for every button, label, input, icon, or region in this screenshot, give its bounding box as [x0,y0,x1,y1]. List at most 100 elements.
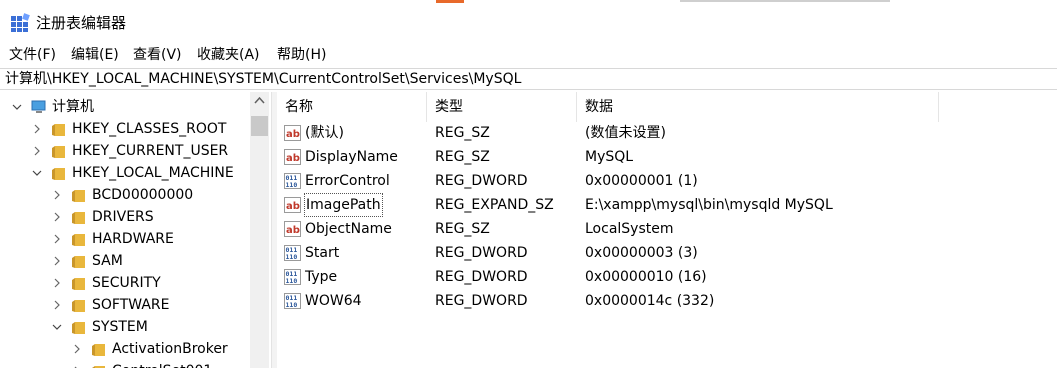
menu-view[interactable]: 查看(V) [131,44,184,66]
chevron-down-icon[interactable] [11,101,23,113]
chevron-down-icon[interactable] [31,167,43,179]
value-row[interactable]: ab ImagePath REG_EXPAND_SZ E:\xampp\mysq… [277,193,1057,217]
value-type: REG_DWORD [435,293,528,309]
value-name: Start [305,245,340,261]
svg-text:110: 110 [286,277,298,285]
string-value-icon: ab [284,221,301,237]
string-value-icon: ab [284,149,301,165]
tree-item-label: SAM [92,253,123,269]
value-type: REG_SZ [435,125,490,141]
folder-icon [72,256,85,268]
tree-item-label: HKEY_CLASSES_ROOT [72,121,227,137]
value-data: MySQL [585,149,634,165]
chevron-right-icon[interactable] [51,255,63,267]
tree-item-label: 计算机 [52,99,94,115]
tree-item-label: ActivationBroker [112,341,228,357]
value-row[interactable]: ab ObjectName REG_SZ LocalSystem [277,217,1057,241]
tree-item-label: SYSTEM [92,319,148,335]
chevron-right-icon[interactable] [51,211,63,223]
tree-item-bcd[interactable]: BCD00000000 [0,184,250,206]
value-data: LocalSystem [585,221,674,237]
value-type: REG_SZ [435,221,490,237]
column-header-type[interactable]: 类型 [427,92,577,122]
chevron-right-icon[interactable] [51,277,63,289]
menu-file[interactable]: 文件(F) [7,44,58,66]
folder-icon [52,146,65,158]
value-data: E:\xampp\mysql\bin\mysqld MySQL [585,197,833,213]
chevron-right-icon[interactable] [71,343,83,355]
chevron-right-icon[interactable] [31,145,43,157]
string-value-icon: ab [284,197,301,213]
tree-item-drivers[interactable]: DRIVERS [0,206,250,228]
value-row[interactable]: 011 110 Type REG_DWORD 0x00000010 (16) [277,265,1057,289]
value-type: REG_DWORD [435,269,528,285]
folder-icon [52,124,65,136]
registry-app-icon [11,13,30,32]
value-data: 0x00000010 (16) [585,269,707,285]
menu-bar: 文件(F) 编辑(E) 查看(V) 收藏夹(A) 帮助(H) [0,44,1057,66]
tree-item-label: ControlSet001 [112,360,212,368]
value-row[interactable]: 011 110 WOW64 REG_DWORD 0x0000014c (332) [277,289,1057,313]
menu-edit[interactable]: 编辑(E) [69,44,121,66]
svg-text:110: 110 [286,301,298,309]
chevron-right-icon[interactable] [51,233,63,245]
svg-text:110: 110 [286,253,298,261]
value-name: WOW64 [305,293,362,309]
tree-item-hklm[interactable]: HKEY_LOCAL_MACHINE [0,162,250,184]
binary-value-icon: 011110 [284,269,301,285]
value-data: 0x00000001 (1) [585,173,698,189]
menu-favorites[interactable]: 收藏夹(A) [195,44,262,66]
chevron-right-icon[interactable] [31,123,43,135]
folder-icon [72,278,85,290]
value-list: 名称 类型 数据 ab (默认) REG_SZ (数值未设置) ab Displ… [277,92,1057,368]
tree-item-label: HKEY_CURRENT_USER [72,143,229,159]
tree-item-security[interactable]: SECURITY [0,272,250,294]
svg-text:ab: ab [286,153,300,164]
value-type: REG_SZ [435,149,490,165]
tree-item-hkcu[interactable]: HKEY_CURRENT_USER [0,140,250,162]
value-row[interactable]: ab (默认) REG_SZ (数值未设置) [277,121,1057,145]
svg-text:ab: ab [286,201,300,212]
menu-help[interactable]: 帮助(H) [275,44,328,66]
value-name: ImagePath [304,193,383,217]
value-type: REG_DWORD [435,245,528,261]
title-bar: 注册表编辑器 [0,0,1057,44]
tree-item-label: HARDWARE [92,231,174,247]
value-name: ObjectName [305,221,392,237]
value-data: (数值未设置) [585,125,666,141]
tree-item-computer[interactable]: 计算机 [0,96,250,118]
tree-item-label: SECURITY [92,275,161,291]
tree-item-label: HKEY_LOCAL_MACHINE [72,165,234,181]
chevron-right-icon[interactable] [51,189,63,201]
tree-item-hardware[interactable]: HARDWARE [0,228,250,250]
value-type: REG_DWORD [435,173,528,189]
column-header-name[interactable]: 名称 [277,92,427,122]
window-title: 注册表编辑器 [36,14,127,32]
folder-icon [72,322,85,334]
value-data: 0x00000003 (3) [585,245,698,261]
chevron-down-icon[interactable] [51,321,63,333]
value-name: DisplayName [305,149,398,165]
scroll-up-arrow-icon[interactable] [250,92,269,109]
column-header-data[interactable]: 数据 [577,92,939,122]
value-row[interactable]: 011 110 ErrorControl REG_DWORD 0x00000001… [277,169,1057,193]
tree-item-controlset001[interactable]: ControlSet001 [0,360,250,368]
value-row[interactable]: ab DisplayName REG_SZ MySQL [277,145,1057,169]
tree-item-sam[interactable]: SAM [0,250,250,272]
tree-scrollbar[interactable] [250,92,269,368]
tree-item-label: SOFTWARE [92,297,170,313]
binary-value-icon: 011110 [284,293,301,309]
tree-item-label: BCD00000000 [92,187,194,203]
folder-icon [72,300,85,312]
tree-item-software[interactable]: SOFTWARE [0,294,250,316]
tree-item-activationbroker[interactable]: ActivationBroker [0,338,250,360]
tree-item-hkcr[interactable]: HKEY_CLASSES_ROOT [0,118,250,140]
value-name: (默认) [305,125,344,141]
address-bar[interactable]: 计算机\HKEY_LOCAL_MACHINE\SYSTEM\CurrentCon… [0,68,1057,90]
scroll-thumb[interactable] [251,116,268,136]
background-window-tab[interactable] [436,0,464,3]
value-type: REG_EXPAND_SZ [435,197,554,213]
tree-item-system[interactable]: SYSTEM [0,316,250,338]
value-row[interactable]: 011 110 Start REG_DWORD 0x00000003 (3) [277,241,1057,265]
chevron-right-icon[interactable] [51,299,63,311]
